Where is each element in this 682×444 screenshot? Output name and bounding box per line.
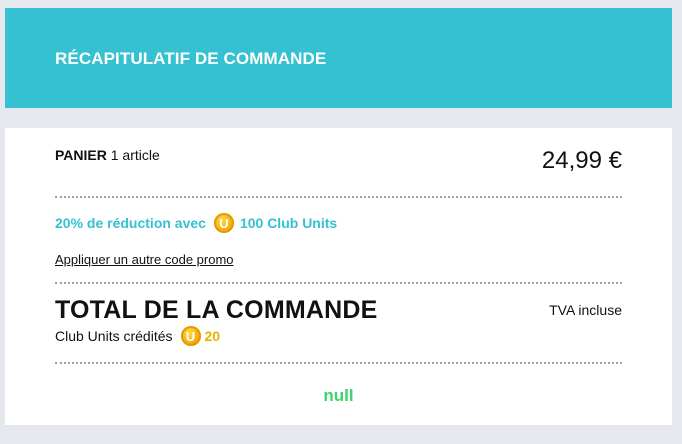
credited-units: 20 [204, 328, 221, 344]
cart-price: 24,99 € [541, 147, 622, 174]
credited-units-row: Club Units crédités U 20 [55, 326, 220, 346]
credited-label: Club Units crédités [55, 328, 173, 344]
discount-row: 20% de réduction avec U 100 Club Units [55, 213, 337, 233]
apply-promo-code-link[interactable]: Appliquer un autre code promo [55, 252, 234, 267]
cart-row: PANIER 1 article [55, 147, 160, 163]
tax-note: TVA incluse [549, 302, 622, 318]
divider [55, 196, 622, 198]
footer-value: null [323, 386, 354, 405]
club-units-coin-icon: U [180, 326, 201, 346]
discount-units: 100 Club Units [239, 215, 338, 231]
discount-text: 20% de réduction avec [55, 215, 206, 231]
club-units-coin-icon: U [213, 213, 234, 233]
order-summary-card: PANIER 1 article 24,99 € 20% de réductio… [5, 128, 672, 425]
cart-count: 1 article [110, 147, 160, 163]
cart-label: PANIER [55, 147, 107, 163]
divider [55, 282, 622, 284]
divider [55, 362, 622, 364]
order-total-title: TOTAL DE LA COMMANDE [55, 296, 378, 324]
order-summary-header: RÉCAPITULATIF DE COMMANDE [5, 8, 672, 108]
header-title: RÉCAPITULATIF DE COMMANDE [55, 49, 327, 68]
